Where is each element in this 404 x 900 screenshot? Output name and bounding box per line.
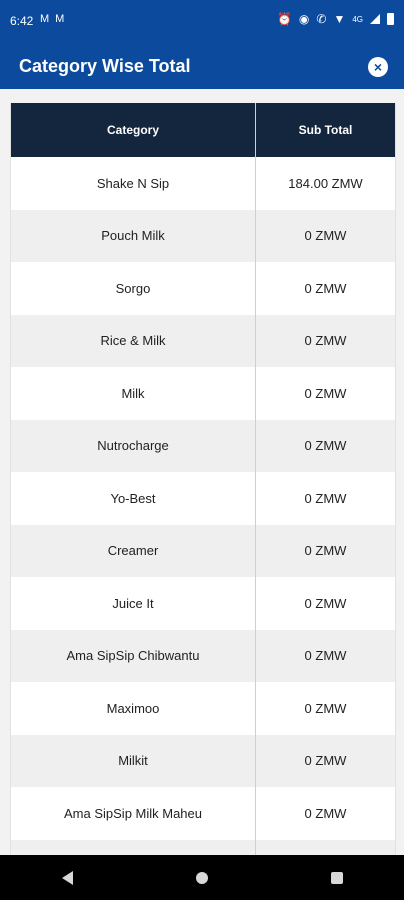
app-header: Category Wise Total × bbox=[0, 44, 404, 89]
home-icon[interactable] bbox=[195, 871, 208, 884]
status-left-icons: M M bbox=[40, 13, 64, 25]
wifi-icon: ▼ bbox=[333, 12, 346, 26]
category-cell: Yo-Best bbox=[11, 472, 256, 525]
battery-icon bbox=[387, 13, 394, 25]
category-cell: Pouch Milk bbox=[11, 209, 256, 262]
category-cell: Milkit bbox=[11, 734, 256, 787]
subtotal-cell: 0 ZMW bbox=[304, 438, 347, 454]
table-row: Rice & Milk 0 ZMW bbox=[11, 314, 395, 367]
gmail-icon: M bbox=[55, 13, 65, 25]
category-cell: Shake N Sip bbox=[11, 157, 256, 210]
subtotal-cell: 0 ZMW bbox=[304, 700, 347, 716]
subtotal-cell: 0 ZMW bbox=[304, 543, 347, 559]
close-icon: × bbox=[373, 59, 383, 75]
table-row: Pouch Milk 0 ZMW bbox=[11, 209, 395, 262]
table-row: Milkit 0 ZMW bbox=[11, 734, 395, 787]
column-header-category: Category bbox=[11, 103, 256, 157]
back-icon[interactable] bbox=[61, 870, 73, 885]
eye-icon: ◉ bbox=[298, 12, 310, 26]
table-header: Category Sub Total bbox=[11, 103, 395, 157]
subtotal-cell bbox=[256, 840, 395, 856]
subtotal-cell: 0 ZMW bbox=[304, 333, 347, 349]
table-row bbox=[11, 839, 395, 856]
table-row: Yo-Best 0 ZMW bbox=[11, 472, 395, 525]
subtotal-cell: 0 ZMW bbox=[304, 805, 347, 821]
subtotal-cell: 0 ZMW bbox=[304, 490, 347, 506]
subtotal-cell: 0 ZMW bbox=[304, 280, 347, 296]
column-header-subtotal: Sub Total bbox=[298, 123, 353, 137]
category-cell: Ama SipSip Milk Maheu bbox=[11, 787, 256, 840]
status-right-icons: ⏰ ◉ ✆ ▼ 4G bbox=[277, 12, 394, 26]
call-icon: ✆ bbox=[316, 12, 327, 26]
content-area: Category Sub Total Shake N Sip 184.00 ZM… bbox=[0, 89, 404, 855]
table-body: Shake N Sip 184.00 ZMW Pouch Milk 0 ZMW … bbox=[11, 157, 395, 855]
table-row: Sorgo 0 ZMW bbox=[11, 262, 395, 315]
table-row: Ama SipSip Milk Maheu 0 ZMW bbox=[11, 787, 395, 840]
table-row: Shake N Sip 184.00 ZMW bbox=[11, 157, 395, 210]
table-row: Nutrocharge 0 ZMW bbox=[11, 419, 395, 472]
category-cell: Rice & Milk bbox=[11, 314, 256, 367]
category-cell: Milk bbox=[11, 367, 256, 420]
category-cell: Nutrocharge bbox=[11, 419, 256, 472]
alarm-icon: ⏰ bbox=[276, 12, 292, 26]
close-button[interactable]: × bbox=[368, 57, 388, 77]
signal-icon bbox=[370, 14, 380, 24]
table-row: Juice It 0 ZMW bbox=[11, 577, 395, 630]
table-row: Milk 0 ZMW bbox=[11, 367, 395, 420]
table-row: Maximoo 0 ZMW bbox=[11, 682, 395, 735]
subtotal-cell: 0 ZMW bbox=[304, 595, 347, 611]
category-cell: Ama SipSip Chibwantu bbox=[11, 629, 256, 682]
category-cell: Creamer bbox=[11, 524, 256, 577]
subtotal-cell: 0 ZMW bbox=[304, 228, 347, 244]
system-nav-bar bbox=[0, 855, 404, 900]
subtotal-cell: 184.00 ZMW bbox=[288, 175, 363, 191]
page-title: Category Wise Total bbox=[19, 56, 191, 76]
subtotal-cell: 0 ZMW bbox=[304, 753, 347, 769]
table-row: Ama SipSip Chibwantu 0 ZMW bbox=[11, 629, 395, 682]
category-cell: Sorgo bbox=[11, 262, 256, 315]
network-label: 4G bbox=[352, 14, 363, 24]
category-cell: Maximoo bbox=[11, 682, 256, 735]
recent-apps-icon[interactable] bbox=[330, 871, 343, 884]
category-table: Category Sub Total Shake N Sip 184.00 ZM… bbox=[10, 103, 396, 855]
category-cell: Juice It bbox=[11, 577, 256, 630]
category-cell bbox=[11, 839, 256, 855]
gmail-icon: M bbox=[40, 13, 50, 25]
table-row: Creamer 0 ZMW bbox=[11, 524, 395, 577]
subtotal-cell: 0 ZMW bbox=[304, 648, 347, 664]
subtotal-cell: 0 ZMW bbox=[304, 385, 347, 401]
status-bar: 6:42 M M ⏰ ◉ ✆ ▼ 4G bbox=[0, 0, 404, 44]
status-time: 6:42 bbox=[10, 14, 34, 28]
